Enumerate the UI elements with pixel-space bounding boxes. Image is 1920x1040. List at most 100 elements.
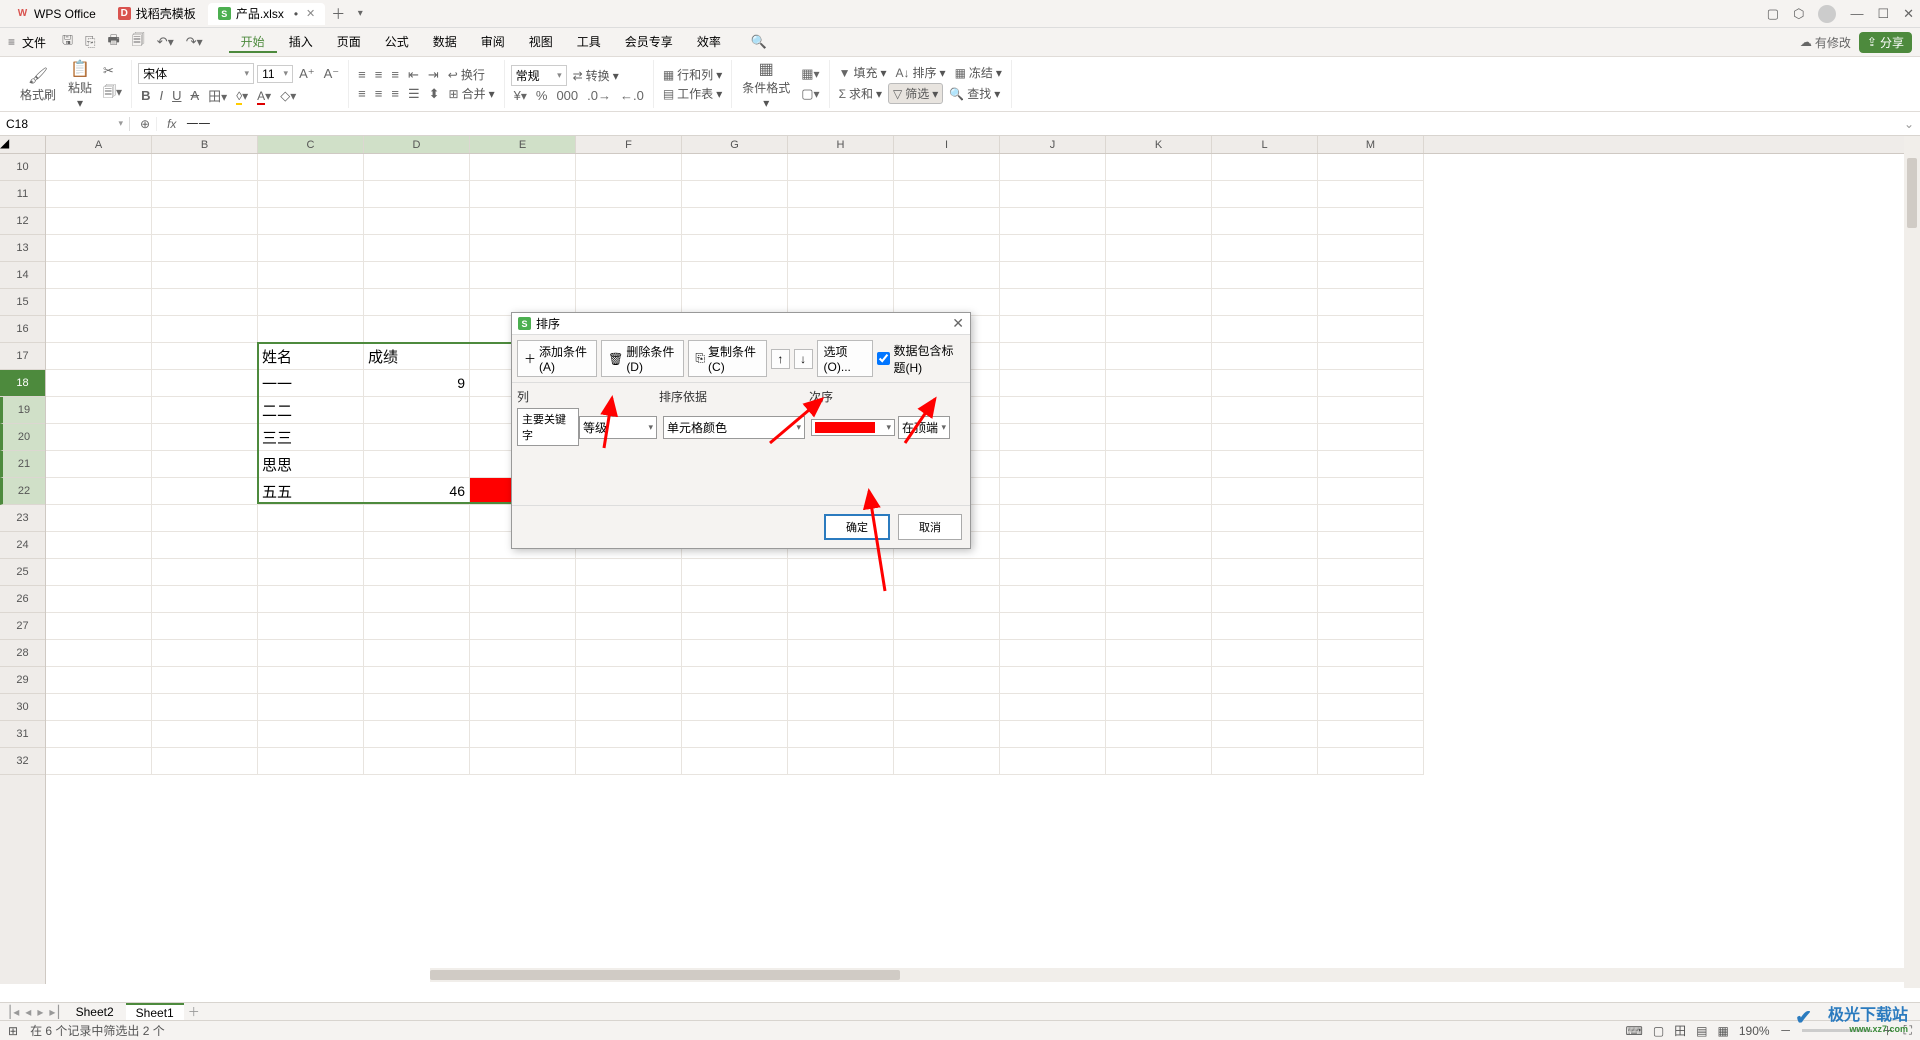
cell[interactable] bbox=[576, 208, 682, 235]
justify-icon[interactable]: ☰ bbox=[405, 86, 423, 102]
expand-icon[interactable]: ⊕ bbox=[140, 117, 157, 131]
name-box[interactable]: C18▾ bbox=[0, 117, 130, 131]
cell[interactable] bbox=[364, 208, 470, 235]
cell[interactable] bbox=[152, 721, 258, 748]
cut-icon[interactable]: ✂ bbox=[100, 63, 125, 79]
cell[interactable] bbox=[46, 235, 152, 262]
cell[interactable] bbox=[364, 559, 470, 586]
cell[interactable] bbox=[1212, 640, 1318, 667]
cell[interactable] bbox=[46, 397, 152, 424]
row-header[interactable]: 22 bbox=[0, 478, 45, 505]
cell[interactable] bbox=[1000, 748, 1106, 775]
close-icon[interactable]: ✕ bbox=[306, 7, 315, 20]
scroll-thumb[interactable] bbox=[1907, 158, 1917, 228]
tab-list-button[interactable]: ▾ bbox=[349, 8, 371, 19]
cell[interactable] bbox=[894, 208, 1000, 235]
cell[interactable] bbox=[1106, 505, 1212, 532]
cell[interactable] bbox=[152, 289, 258, 316]
cancel-button[interactable]: 取消 bbox=[898, 514, 962, 540]
tab-data[interactable]: 数据 bbox=[421, 31, 469, 53]
tab-tools[interactable]: 工具 bbox=[565, 31, 613, 53]
row-header[interactable]: 25 bbox=[0, 559, 45, 586]
scroll-thumb[interactable] bbox=[430, 970, 900, 980]
wrap-button[interactable]: ↩换行 bbox=[445, 66, 488, 83]
preview-icon[interactable]: 🗐 bbox=[128, 31, 149, 53]
cell[interactable]: 46 bbox=[364, 478, 470, 505]
cell[interactable] bbox=[1318, 181, 1424, 208]
cell[interactable] bbox=[258, 532, 364, 559]
indent-dec-icon[interactable]: ⇤ bbox=[405, 67, 422, 83]
sum-button[interactable]: Σ求和▾ bbox=[836, 85, 885, 102]
cell[interactable] bbox=[1106, 343, 1212, 370]
grow-font-icon[interactable]: A⁺ bbox=[296, 66, 318, 82]
cell[interactable] bbox=[152, 181, 258, 208]
pending-changes[interactable]: ☁有修改 bbox=[1800, 34, 1851, 51]
cell[interactable] bbox=[1212, 451, 1318, 478]
align-middle-icon[interactable]: ≡ bbox=[372, 67, 386, 82]
col-header-B[interactable]: B bbox=[152, 136, 258, 153]
cell[interactable] bbox=[46, 451, 152, 478]
cell[interactable]: 思思 bbox=[258, 451, 364, 478]
cell[interactable] bbox=[682, 559, 788, 586]
cell[interactable] bbox=[1212, 532, 1318, 559]
comma-icon[interactable]: 000 bbox=[553, 88, 581, 103]
cell[interactable] bbox=[470, 262, 576, 289]
cell[interactable] bbox=[46, 586, 152, 613]
row-header[interactable]: 26 bbox=[0, 586, 45, 613]
row-header[interactable]: 24 bbox=[0, 532, 45, 559]
header-checkbox[interactable]: 数据包含标题(H) bbox=[877, 342, 965, 376]
cell[interactable] bbox=[1000, 559, 1106, 586]
cell[interactable] bbox=[1212, 478, 1318, 505]
cell[interactable] bbox=[1106, 667, 1212, 694]
cell[interactable] bbox=[364, 181, 470, 208]
cell[interactable] bbox=[152, 451, 258, 478]
select-all-corner[interactable]: ◢ bbox=[0, 136, 46, 154]
cell[interactable] bbox=[788, 181, 894, 208]
cell[interactable] bbox=[152, 532, 258, 559]
row-header[interactable]: 12 bbox=[0, 208, 45, 235]
cell[interactable] bbox=[46, 667, 152, 694]
cell[interactable] bbox=[1000, 154, 1106, 181]
cell[interactable] bbox=[258, 181, 364, 208]
cell[interactable] bbox=[1318, 694, 1424, 721]
file-menu[interactable]: 文件 bbox=[22, 34, 46, 51]
copy-icon[interactable]: 🗐▾ bbox=[100, 83, 125, 105]
sheet-tab[interactable]: Sheet1 bbox=[126, 1003, 184, 1021]
cell[interactable] bbox=[1318, 289, 1424, 316]
cell[interactable] bbox=[152, 640, 258, 667]
cell[interactable] bbox=[470, 181, 576, 208]
cell[interactable] bbox=[364, 451, 470, 478]
bold-button[interactable]: B bbox=[138, 88, 153, 103]
cell[interactable] bbox=[258, 748, 364, 775]
cell[interactable] bbox=[576, 154, 682, 181]
currency-icon[interactable]: ¥▾ bbox=[511, 88, 530, 103]
horizontal-scrollbar[interactable] bbox=[430, 968, 1904, 982]
col-header-C[interactable]: C bbox=[258, 136, 364, 153]
cell[interactable] bbox=[1106, 478, 1212, 505]
cell[interactable] bbox=[1318, 424, 1424, 451]
strike-button[interactable]: A bbox=[187, 88, 202, 103]
layout-icon[interactable]: ▢ bbox=[1767, 6, 1779, 22]
cell[interactable] bbox=[470, 640, 576, 667]
cell[interactable] bbox=[1106, 640, 1212, 667]
cell[interactable] bbox=[1318, 343, 1424, 370]
row-header[interactable]: 13 bbox=[0, 235, 45, 262]
cell[interactable] bbox=[152, 613, 258, 640]
cell[interactable] bbox=[152, 316, 258, 343]
cell[interactable] bbox=[1212, 613, 1318, 640]
cell[interactable] bbox=[894, 235, 1000, 262]
cell[interactable] bbox=[364, 667, 470, 694]
cell[interactable] bbox=[1318, 586, 1424, 613]
cell[interactable] bbox=[576, 721, 682, 748]
row-header[interactable]: 18 bbox=[0, 370, 45, 397]
paste-button[interactable]: 📋粘贴▾ bbox=[64, 59, 96, 110]
cell[interactable] bbox=[1212, 316, 1318, 343]
cell[interactable] bbox=[788, 667, 894, 694]
convert-button[interactable]: ⇄转换▾ bbox=[570, 67, 622, 84]
cell[interactable] bbox=[46, 694, 152, 721]
align-center-icon[interactable]: ≡ bbox=[372, 86, 386, 101]
cell[interactable] bbox=[788, 586, 894, 613]
cell[interactable] bbox=[1000, 721, 1106, 748]
fx-label[interactable]: fx bbox=[167, 117, 176, 131]
cell[interactable]: 五五 bbox=[258, 478, 364, 505]
